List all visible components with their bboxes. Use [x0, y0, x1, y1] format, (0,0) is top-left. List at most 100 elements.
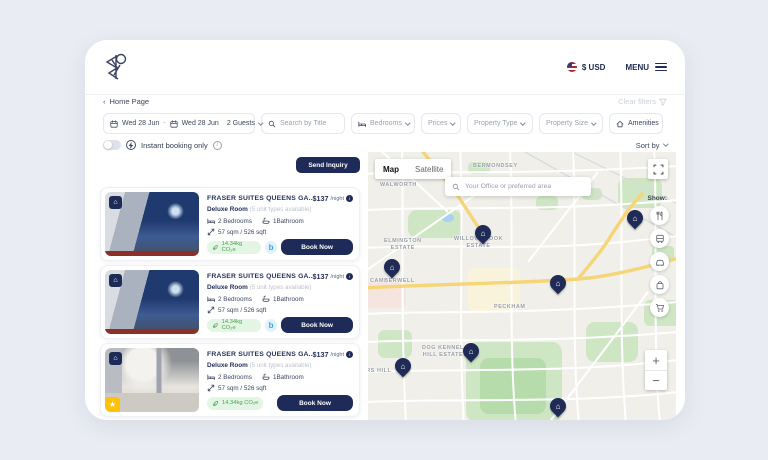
restaurant-toggle-button[interactable] [650, 206, 669, 225]
back-link[interactable]: ‹ Home Page [103, 97, 149, 106]
room-type: Deluxe Room [207, 362, 248, 369]
chevron-down-icon [521, 120, 526, 125]
date-to: Wed 28 Jun [182, 120, 219, 127]
map-type-control: Map Satellite [375, 159, 451, 179]
size-expand-icon [207, 228, 215, 236]
app-panel: $ USD MENU ‹ Home Page Clear filters Wed… [85, 40, 685, 420]
map-pin[interactable]: ⌂ [547, 272, 570, 295]
clear-filters-button[interactable]: Clear filters [618, 97, 667, 106]
size-expand-icon [207, 306, 215, 314]
search-input[interactable] [280, 120, 338, 127]
listing-photo: ⌂ [105, 270, 199, 334]
price-info-icon[interactable]: i [346, 195, 353, 202]
menu-button[interactable]: MENU [625, 63, 667, 72]
sort-by-dropdown[interactable]: Sort by [636, 141, 667, 150]
listing-photo: ⌂ [105, 192, 199, 256]
chevron-down-icon [451, 120, 456, 125]
home-icon [616, 120, 624, 128]
back-label: Home Page [110, 97, 150, 106]
brand-logo-icon [103, 52, 130, 82]
listing-title[interactable]: FRASER SUITES QUEENS GA... [207, 195, 313, 202]
fullscreen-button[interactable] [648, 159, 668, 179]
bedrooms-dropdown[interactable]: Bedrooms [351, 113, 415, 134]
property-size-label: Property Size [546, 120, 588, 127]
property-size-dropdown[interactable]: Property Size [539, 113, 603, 134]
instant-booking-label: Instant booking only [141, 141, 208, 150]
map-area-label: CAMBERWELL [370, 278, 415, 285]
bathrooms-value: 1Bathroom [273, 374, 304, 381]
map-tab[interactable]: Map [375, 159, 407, 179]
property-type-dropdown[interactable]: Property Type [467, 113, 533, 134]
price-suffix: /night [331, 196, 344, 202]
chevron-down-icon [405, 120, 410, 125]
bathrooms-value: 1Bathroom [273, 218, 304, 225]
price-info-icon[interactable]: i [346, 273, 353, 280]
amenities-button[interactable]: Amenities [609, 113, 663, 134]
availability: (5 unit types available) [250, 206, 312, 213]
map-pin[interactable]: ⌂ [381, 256, 404, 279]
price-value: $137 [313, 350, 329, 359]
book-now-button[interactable]: Book Now [277, 395, 353, 411]
b-brand-icon[interactable]: b [265, 319, 277, 332]
menu-label: MENU [625, 63, 649, 72]
bus-toggle-button[interactable] [650, 229, 669, 248]
listing-card[interactable]: ⌂ FRASER SUITES QUEENS GA... $137/nighti… [100, 265, 360, 339]
currency-label: $ USD [582, 63, 606, 72]
bed-icon [358, 120, 366, 128]
map-pin[interactable]: ⌂ [392, 355, 415, 378]
zoom-control: + − [645, 350, 667, 390]
hamburger-icon [655, 63, 667, 72]
map-canvas[interactable]: Map Satellite Show: + − BERMONDSEYWALWOR… [368, 152, 676, 420]
chevron-down-icon [591, 120, 596, 125]
prices-dropdown[interactable]: Prices [421, 113, 461, 134]
listing-title[interactable]: FRASER SUITES QUEENS GA... [207, 273, 313, 280]
bag-toggle-button[interactable] [650, 275, 669, 294]
chevron-down-icon [663, 142, 668, 147]
listing-title[interactable]: FRASER SUITES QUEENS GA... [207, 351, 313, 358]
co2-badge: 14.34kg CO₂e [207, 319, 261, 332]
availability: (5 unit types available) [250, 284, 312, 291]
currency-selector[interactable]: $ USD [567, 62, 606, 72]
map-pin[interactable]: ⌂ [547, 395, 570, 418]
size-value: 57 sqm / 526 sqft [218, 385, 266, 392]
cart-toggle-button[interactable] [650, 298, 669, 317]
bath-icon [262, 217, 270, 225]
breadcrumb-bar: ‹ Home Page Clear filters [85, 97, 685, 106]
bath-icon [262, 295, 270, 303]
co2-value: 14.34kg CO₂e [222, 319, 256, 331]
map-search-box[interactable] [445, 177, 591, 196]
bed-icon [207, 373, 215, 381]
book-now-button[interactable]: Book Now [281, 317, 353, 333]
info-icon[interactable]: i [213, 141, 222, 150]
zoom-in-button[interactable]: + [645, 350, 667, 370]
listing-card[interactable]: ⌂ FRASER SUITES QUEENS GA... $137/nighti… [100, 187, 360, 261]
us-flag-icon [567, 62, 577, 72]
search-icon [268, 120, 276, 128]
b-brand-icon[interactable]: b [265, 241, 277, 254]
map-pin[interactable]: ⌂ [624, 207, 647, 230]
bag-icon [655, 280, 665, 290]
taxi-icon [655, 257, 665, 267]
header: $ USD MENU [85, 40, 685, 95]
instant-booking-icon [126, 140, 136, 150]
listings-column: Send Inquiry ⌂ FRASER SUITES QUEENS GA..… [100, 157, 360, 420]
title-search-box[interactable] [261, 113, 345, 134]
date-guest-picker[interactable]: Wed 28 Jun - Wed 28 Jun 2 Guests [103, 113, 255, 134]
date-separator: - [163, 120, 165, 127]
send-inquiry-button[interactable]: Send Inquiry [296, 157, 360, 173]
building-badge-icon: ⌂ [109, 274, 122, 287]
instant-booking-toggle[interactable] [103, 140, 121, 150]
listing-card[interactable]: ⌂ ★ FRASER SUITES QUEENS GA... $137/nigh… [100, 343, 360, 417]
map-pin[interactable]: ⌂ [472, 222, 495, 245]
satellite-tab[interactable]: Satellite [407, 159, 451, 179]
map-search-input[interactable] [465, 183, 584, 190]
zoom-out-button[interactable]: − [645, 370, 667, 390]
price-info-icon[interactable]: i [346, 351, 353, 358]
toggle-row: Instant booking only i Sort by [103, 140, 667, 150]
map-pin[interactable]: ⌂ [460, 340, 483, 363]
bedrooms-value: 2 Bedrooms [218, 218, 252, 225]
calendar-icon [110, 120, 118, 128]
property-type-label: Property Type [474, 120, 517, 127]
book-now-button[interactable]: Book Now [281, 239, 353, 255]
taxi-toggle-button[interactable] [650, 252, 669, 271]
